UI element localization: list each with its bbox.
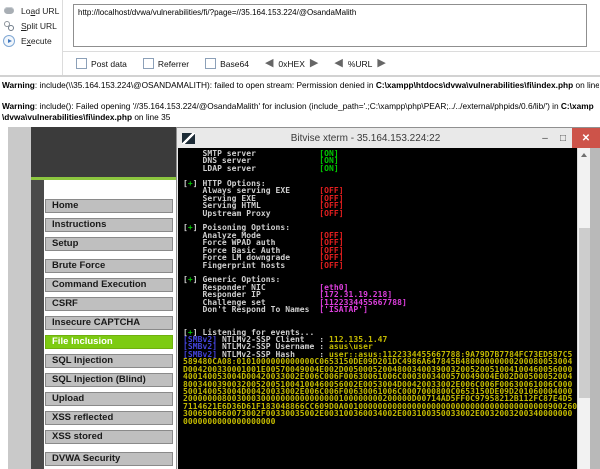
menu-group: Brute Force Command Execution CSRF Insecure… (44, 259, 176, 444)
hackbar-commands: Load URL Split URL Execute (3, 4, 61, 49)
terminal-line: LDAP server [ON] (183, 163, 339, 173)
php-warning: Warning: include(): Failed opening '//35… (2, 101, 599, 124)
split-url-button[interactable]: Split URL (3, 19, 61, 33)
warning-line: Warning: include(\\35.164.153.224\@OSAND… (2, 80, 599, 90)
bitvise-icon (182, 132, 195, 144)
page-background-band (8, 127, 31, 469)
play-icon (3, 35, 15, 47)
terminal-line: Don't Respond To Names ['ISATAP'] (183, 305, 368, 315)
encoder-label: %URL (347, 58, 373, 69)
sidebar-item-command-execution[interactable]: Command Execution (45, 278, 173, 292)
sidebar-item-sql-injection-blind[interactable]: SQL Injection (Blind) (45, 373, 173, 387)
execute-label: Execute (21, 36, 52, 46)
window-title: Bitvise xterm - 35.164.153.224:22 (290, 132, 441, 144)
window-right-frame (590, 148, 600, 469)
sidebar-item-instructions[interactable]: Instructions (45, 218, 173, 232)
terminal-body: SMTP server [ON] DNS server [ON] LDAP se… (178, 148, 600, 469)
encode-arrow-icon[interactable]: ▶ (310, 58, 318, 69)
split-url-label: Split URL (21, 21, 57, 31)
checkbox-box[interactable] (205, 58, 217, 69)
split-icon (3, 20, 15, 32)
sidebar-item-insecure-captcha[interactable]: Insecure CAPTCHA (45, 316, 173, 330)
menu-group: Home Instructions Setup (44, 199, 176, 251)
close-button[interactable]: ✕ (572, 128, 600, 148)
sidebar-item-csrf[interactable]: CSRF (45, 297, 173, 311)
checkbox-label: Post data (91, 58, 127, 69)
decode-arrow-icon[interactable]: ◀ (334, 58, 342, 69)
checkbox-label: Base64 (220, 58, 249, 69)
maximize-button[interactable]: □ (554, 128, 572, 148)
php-warning: Warning: include(\\35.164.153.224\@OSAND… (2, 80, 599, 92)
url-input[interactable]: http://localhost/dvwa/vulnerabilities/fi… (73, 4, 587, 47)
warning-line: Warning: include(): Failed opening '//35… (2, 100, 594, 111)
window-titlebar[interactable]: Bitvise xterm - 35.164.153.224:22 – □ ✕ (177, 128, 600, 148)
dvwa-menu: Home Instructions Setup Brute Force Command … (44, 180, 176, 469)
browser-viewport: Load URL Split URL Execute http://localhos… (0, 0, 600, 469)
sidebar-item-xss-stored[interactable]: XSS stored (45, 430, 173, 444)
sidebar-item-setup[interactable]: Setup (45, 237, 173, 251)
checkbox-label: Referrer (157, 58, 190, 69)
encode-arrow-icon[interactable]: ▶ (377, 58, 385, 69)
scrollbar-thumb[interactable] (579, 228, 590, 398)
sidebar-item-dvwa-security[interactable]: DVWA Security (45, 452, 173, 466)
terminal-line: Fingerprint hosts [OFF] (183, 260, 344, 270)
encoder-label: 0xHEX (278, 58, 305, 69)
warning-line: \dvwa\vulnerabilities\fi\index.php on li… (2, 112, 171, 122)
sidebar-item-sql-injection[interactable]: SQL Injection (45, 354, 173, 368)
page-left-border (31, 180, 44, 469)
sidebar-item-brute-force[interactable]: Brute Force (45, 259, 173, 273)
decode-arrow-icon[interactable]: ◀ (265, 58, 273, 69)
toolbar-row-divider (62, 51, 600, 52)
sidebar-item-upload[interactable]: Upload (45, 392, 173, 406)
referrer-checkbox[interactable]: Referrer (142, 58, 190, 69)
xterm-window: Bitvise xterm - 35.164.153.224:22 – □ ✕ … (176, 127, 600, 469)
scroll-up-icon[interactable] (578, 153, 590, 167)
load-url-label: Load URL (21, 6, 60, 16)
base64-checkbox[interactable]: Base64 (205, 58, 249, 69)
url-encoder: ◀ %URL ▶ (334, 58, 386, 69)
minimize-button[interactable]: – (536, 128, 554, 148)
sidebar-item-home[interactable]: Home (45, 199, 173, 213)
sidebar-item-file-inclusion[interactable]: File Inclusion (45, 335, 173, 349)
checkbox-box[interactable] (142, 58, 154, 69)
load-url-button[interactable]: Load URL (3, 4, 61, 18)
globe-icon (3, 5, 15, 17)
post-data-checkbox[interactable]: Post data (76, 58, 127, 69)
menu-group: DVWA Security (44, 452, 176, 466)
terminal-screen[interactable]: SMTP server [ON] DNS server [ON] LDAP se… (178, 148, 577, 469)
hex-encoder: ◀ 0xHEX ▶ (265, 58, 318, 69)
toolbar-separator (62, 0, 63, 75)
terminal-line: 0000000000000000000 (183, 416, 276, 426)
execute-button[interactable]: Execute (3, 34, 61, 48)
php-warnings: Warning: include(\\35.164.153.224\@OSAND… (2, 78, 599, 133)
sidebar-item-xss-reflected[interactable]: XSS reflected (45, 411, 173, 425)
terminal-line: Upstream Proxy [OFF] (183, 208, 344, 218)
hackbar-toolbar: Load URL Split URL Execute http://localhos… (0, 0, 600, 77)
checkbox-box[interactable] (76, 58, 87, 69)
terminal-scrollbar[interactable] (577, 148, 590, 469)
hackbar-options-row: Post data Referrer Base64 ◀ 0xHEX ▶ ◀ %URL ▶ (76, 56, 386, 71)
